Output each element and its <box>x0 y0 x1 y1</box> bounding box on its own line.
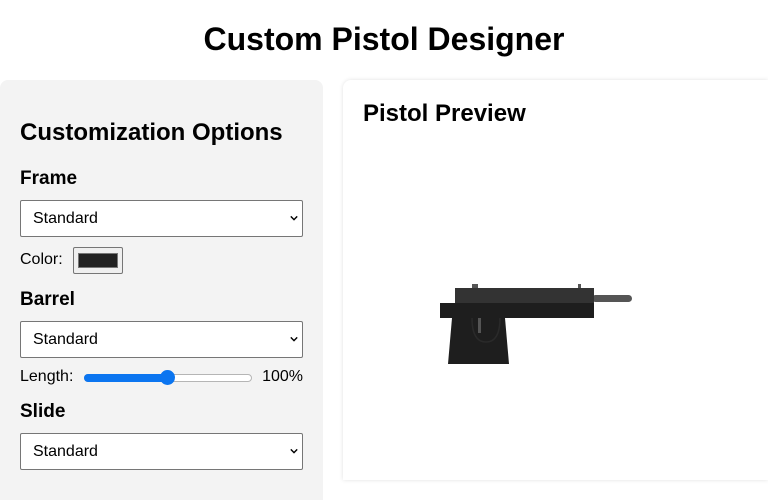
slider-thumb[interactable] <box>160 370 175 385</box>
pistol-trigger <box>478 318 481 333</box>
frame-select[interactable]: Standard <box>20 200 303 237</box>
barrel-length-slider[interactable] <box>84 370 252 385</box>
options-heading: Customization Options <box>20 119 283 146</box>
chevron-down-icon <box>290 336 298 342</box>
pistol-frame <box>440 303 594 318</box>
pistol-barrel <box>592 295 632 302</box>
barrel-select-value: Standard <box>33 331 98 348</box>
preview-heading: Pistol Preview <box>363 100 526 127</box>
frame-color-label: Color: <box>20 251 63 268</box>
slide-select[interactable]: Standard <box>20 433 303 470</box>
slider-fill <box>84 374 167 382</box>
pistol-rear-sight <box>472 284 478 288</box>
barrel-select[interactable]: Standard <box>20 321 303 358</box>
page-title: Custom Pistol Designer <box>203 21 565 57</box>
frame-select-value: Standard <box>33 210 98 227</box>
frame-color-swatch <box>78 253 118 268</box>
barrel-length-value: 100% <box>262 368 303 385</box>
frame-color-picker[interactable] <box>73 247 123 274</box>
chevron-down-icon <box>290 215 298 221</box>
barrel-length-label: Length: <box>20 368 74 385</box>
barrel-heading: Barrel <box>20 289 75 310</box>
slide-heading: Slide <box>20 401 66 422</box>
pistol-front-sight <box>578 284 581 288</box>
chevron-down-icon <box>290 448 298 454</box>
pistol-illustration <box>440 284 632 364</box>
frame-heading: Frame <box>20 168 78 189</box>
pistol-slide <box>455 288 594 303</box>
slide-select-value: Standard <box>33 443 98 460</box>
